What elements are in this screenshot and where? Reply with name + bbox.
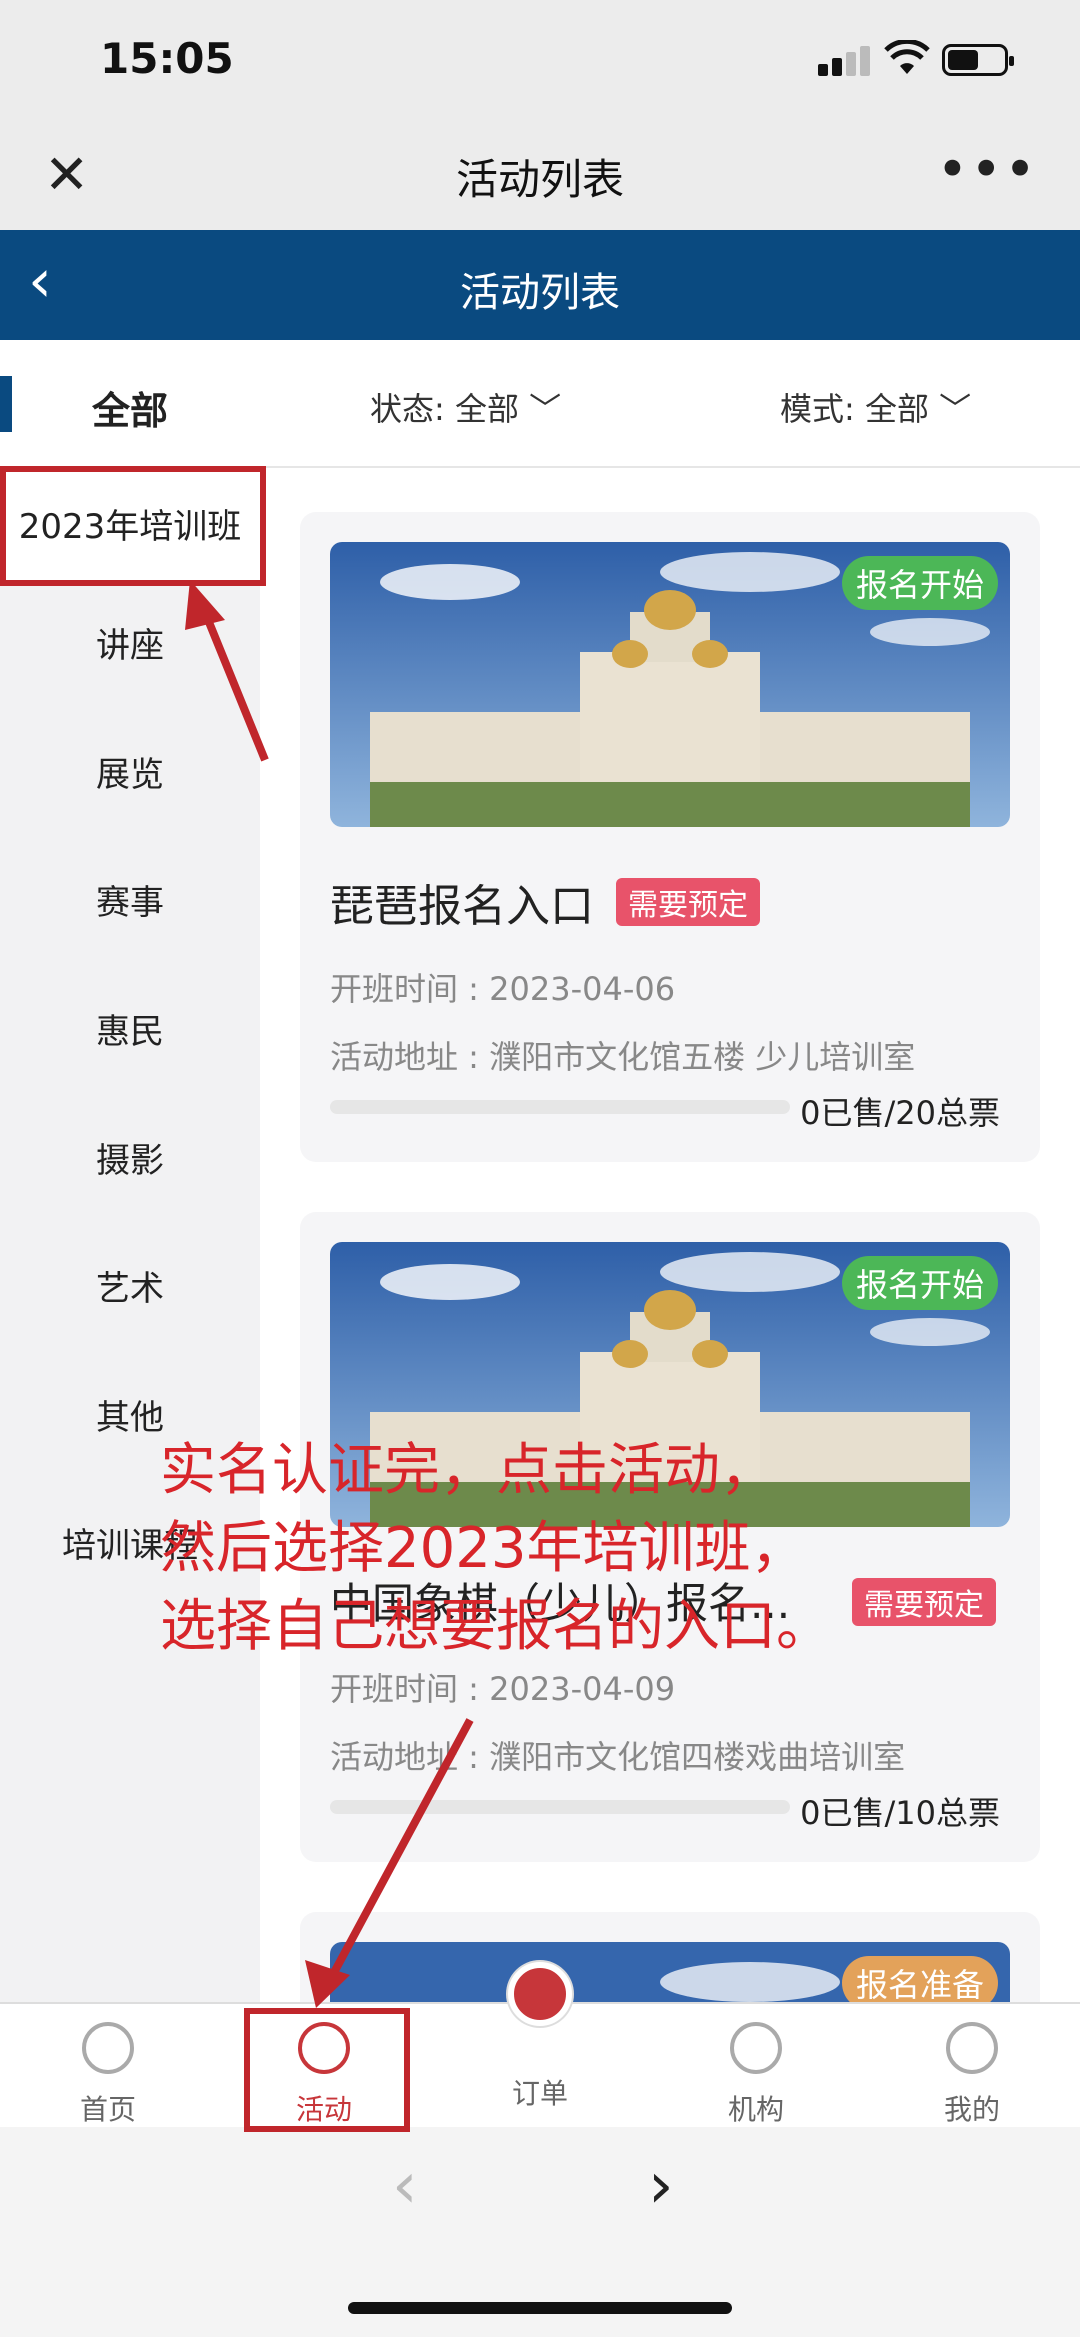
annotation-line: 实名认证完，点击活动，: [160, 1438, 776, 1503]
tab-label: 机构: [727, 2093, 784, 2126]
tab-label: 我的: [943, 2093, 1000, 2126]
tab-home[interactable]: 首页: [8, 2004, 208, 2129]
activity-card[interactable]: 报名开始 琵琶报名入口 需要预定 开班时间 : 2023-04-06 活动地址 …: [300, 512, 1040, 1162]
reservation-tag: 需要预定: [616, 878, 760, 926]
sidebar-item-photography[interactable]: 摄影: [0, 1133, 260, 1182]
nav-bar: ‹ 活动列表: [0, 230, 1080, 340]
status-filter-dropdown[interactable]: 状态: 全部 ﹀: [370, 384, 561, 430]
sidebar-item-lecture[interactable]: 讲座: [0, 618, 260, 667]
ticket-progress-bar: [330, 1100, 790, 1114]
sidebar-item-art[interactable]: 艺术: [0, 1261, 260, 1310]
wechat-header: ✕ 活动列表 •••: [0, 120, 1080, 230]
tab-institution[interactable]: 机构: [656, 2004, 856, 2129]
active-indicator: [0, 376, 12, 432]
status-badge: 报名准备: [841, 1956, 998, 2002]
category-sidebar: 2023年培训班 讲座 展览 赛事 惠民 摄影 艺术 其他 培训课程: [0, 468, 260, 2002]
tab-profile[interactable]: 我的: [872, 2004, 1072, 2129]
browser-toolbar: ‹ ›: [0, 2127, 1080, 2337]
ticket-count: 0已售/10总票: [800, 1794, 1000, 1832]
mode-filter-dropdown[interactable]: 模式: 全部 ﹀: [780, 384, 971, 430]
activity-address: 活动地址 : 濮阳市文化馆五楼 少儿培训室: [330, 1038, 916, 1076]
status-badge: 报名开始: [841, 556, 998, 610]
activity-list: 报名开始 琵琶报名入口 需要预定 开班时间 : 2023-04-06 活动地址 …: [260, 468, 1080, 2002]
page-title: 活动列表: [460, 270, 620, 316]
bottom-tab-bar: 首页 活动 订单 机构 我的: [0, 1962, 1080, 2129]
ticket-progress-bar: [330, 1800, 790, 1814]
tab-orders[interactable]: 订单: [440, 1962, 640, 2129]
cellular-signal-icon: [818, 46, 870, 76]
tab-label: 订单: [511, 2077, 568, 2110]
activity-start-time: 开班时间 : 2023-04-09: [330, 1670, 676, 1708]
home-indicator: [348, 2302, 732, 2314]
annotation-line: 选择自己想要报名的入口。: [160, 1594, 832, 1659]
browser-back-icon[interactable]: ‹: [392, 2149, 418, 2223]
activity-image: 报名开始: [330, 542, 1010, 827]
browser-forward-icon[interactable]: ›: [648, 2149, 674, 2223]
home-icon: [82, 2022, 134, 2074]
filter-all[interactable]: 全部: [92, 380, 168, 435]
battery-icon: [942, 44, 1014, 76]
sidebar-item-competition[interactable]: 赛事: [0, 875, 260, 924]
sidebar-item-exhibition[interactable]: 展览: [0, 747, 260, 796]
wechat-title: 活动列表: [455, 155, 624, 204]
activity-start-time: 开班时间 : 2023-04-06: [330, 970, 676, 1008]
ticket-count: 0已售/20总票: [800, 1094, 1000, 1132]
highlight-box-2023-training: [0, 466, 266, 586]
status-bar: 15:05: [0, 0, 1080, 120]
highlight-box-activity-tab: [244, 2008, 410, 2132]
more-icon[interactable]: •••: [936, 138, 1038, 201]
institution-icon: [730, 2022, 782, 2074]
activity-card[interactable]: 报名准备: [300, 1912, 1040, 2002]
annotation-text: 实名认证完，点击活动， 然后选择2023年培训班， 选择自己想要报名的入口。: [160, 1432, 832, 1666]
annotation-line: 然后选择2023年培训班，: [160, 1516, 807, 1581]
user-icon: [946, 2022, 998, 2074]
wifi-icon: [884, 40, 930, 74]
activity-image: 报名准备: [330, 1942, 1010, 2002]
status-time: 15:05: [100, 34, 234, 83]
reservation-tag: 需要预定: [852, 1578, 996, 1626]
activity-address: 活动地址 : 濮阳市文化馆四楼戏曲培训室: [330, 1738, 906, 1776]
tab-label: 首页: [79, 2093, 136, 2126]
filter-bar: 全部 状态: 全部 ﹀ 模式: 全部 ﹀: [0, 340, 1080, 468]
activity-title: 琵琶报名入口: [330, 881, 594, 932]
status-badge: 报名开始: [841, 1256, 998, 1310]
sidebar-item-benefit[interactable]: 惠民: [0, 1004, 260, 1053]
